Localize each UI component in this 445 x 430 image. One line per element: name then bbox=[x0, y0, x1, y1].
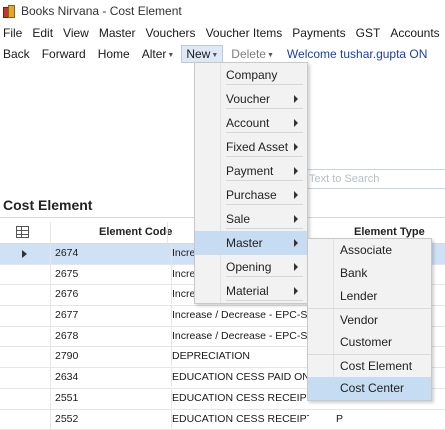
submenu-item-label: Vendor bbox=[340, 313, 378, 327]
submenu-item-label: Lender bbox=[340, 289, 377, 303]
cell-element-code[interactable]: 2552 bbox=[55, 410, 167, 429]
page-title: Cost Element bbox=[3, 197, 92, 213]
menu-item-account[interactable]: Account bbox=[195, 111, 307, 135]
cell-element-code[interactable]: 2551 bbox=[55, 389, 167, 408]
menu-accounts[interactable]: Accounts bbox=[386, 26, 445, 40]
cell-element-code[interactable]: 2634 bbox=[55, 368, 167, 387]
menu-voucher-items[interactable]: Voucher Items bbox=[202, 26, 289, 40]
menu-vouchers[interactable]: Vouchers bbox=[142, 26, 202, 40]
cell-element-name[interactable]: DEPRECIATION bbox=[171, 347, 309, 366]
cell-element-name[interactable]: Increase / Decrease - EPC-Salary bbox=[171, 327, 309, 346]
cell-element-code[interactable]: 2676 bbox=[55, 285, 167, 304]
menu-item-label: Company bbox=[226, 68, 277, 82]
chevron-right-icon bbox=[294, 239, 298, 247]
menu-edit[interactable]: Edit bbox=[28, 26, 59, 40]
submenu-item-bank[interactable]: Bank bbox=[308, 262, 431, 285]
menu-item-label: Sale bbox=[226, 212, 250, 226]
menu-item-label: Fixed Asset bbox=[226, 140, 288, 154]
forward-button[interactable]: Forward bbox=[37, 47, 93, 61]
menu-item-payment[interactable]: Payment bbox=[195, 159, 307, 183]
submenu-item-customer[interactable]: Customer bbox=[308, 331, 431, 354]
menu-item-voucher[interactable]: Voucher bbox=[195, 87, 307, 111]
menu-item-label: Opening bbox=[226, 260, 271, 274]
new-label: New bbox=[186, 47, 210, 61]
menu-file[interactable]: File bbox=[0, 26, 28, 40]
menu-item-opening[interactable]: Opening bbox=[195, 255, 307, 279]
new-dropdown-menu: Company Voucher Account Fixed Asset Payment P… bbox=[194, 62, 308, 304]
chevron-down-icon: ▼ bbox=[267, 52, 274, 59]
menu-item-label: Payment bbox=[226, 164, 273, 178]
grid-icon[interactable] bbox=[16, 226, 29, 238]
menu-item-label: Material bbox=[226, 284, 269, 298]
submenu-item-cost-center[interactable]: Cost Center bbox=[308, 377, 431, 400]
cell-element-code[interactable]: 2674 bbox=[55, 244, 167, 263]
search-box bbox=[306, 169, 445, 189]
menu-item-sale[interactable]: Sale bbox=[195, 207, 307, 231]
submenu-item-label: Cost Center bbox=[340, 381, 404, 395]
delete-button[interactable]: Delete▼ bbox=[226, 47, 281, 61]
chevron-right-icon bbox=[294, 167, 298, 175]
cell-element-code[interactable]: 2678 bbox=[55, 327, 167, 346]
submenu-item-label: Customer bbox=[340, 335, 392, 349]
cell-element-name[interactable]: EDUCATION CESS RECEIPT bbox=[171, 389, 309, 408]
new-button[interactable]: New▼ bbox=[181, 45, 223, 63]
row-indicator-icon bbox=[22, 250, 27, 258]
back-button[interactable]: Back bbox=[0, 47, 37, 61]
home-button[interactable]: Home bbox=[93, 47, 137, 61]
chevron-right-icon bbox=[294, 119, 298, 127]
chevron-down-icon: ▼ bbox=[211, 52, 218, 59]
cell-element-code[interactable]: 2790 bbox=[55, 347, 167, 366]
menu-bar: File Edit View Master Vouchers Voucher I… bbox=[0, 22, 445, 43]
submenu-item-cost-element[interactable]: Cost Element bbox=[308, 354, 431, 377]
alter-label: Alter bbox=[142, 47, 167, 61]
menu-item-company[interactable]: Company bbox=[195, 63, 307, 87]
submenu-item-label: Cost Element bbox=[340, 359, 412, 373]
menu-item-fixed-asset[interactable]: Fixed Asset bbox=[195, 135, 307, 159]
chevron-right-icon bbox=[294, 95, 298, 103]
submenu-item-associate[interactable]: Associate bbox=[308, 239, 431, 262]
submenu-item-lender[interactable]: Lender bbox=[308, 285, 431, 308]
menu-item-label: Master bbox=[226, 236, 263, 250]
cell-element-name[interactable]: EDUCATION CESS RECEIPTS O bbox=[171, 410, 309, 429]
menu-item-purchase[interactable]: Purchase bbox=[195, 183, 307, 207]
menu-item-material[interactable]: Material bbox=[195, 279, 307, 303]
menu-item-label: Voucher bbox=[226, 92, 270, 106]
cell-element-code[interactable]: 2677 bbox=[55, 306, 167, 325]
alter-button[interactable]: Alter▼ bbox=[137, 47, 182, 61]
menu-item-master[interactable]: Master bbox=[195, 231, 307, 255]
chevron-down-icon: ▼ bbox=[167, 52, 174, 59]
title-bar: Books Nirvana - Cost Element bbox=[0, 0, 445, 22]
table-row[interactable]: 2552EDUCATION CESS RECEIPTS O P bbox=[0, 410, 445, 430]
submenu-item-label: Associate bbox=[340, 243, 392, 257]
menu-item-label: Purchase bbox=[226, 188, 277, 202]
books-app-icon bbox=[3, 5, 15, 17]
cell-element-type[interactable]: P bbox=[336, 410, 436, 429]
header-element-code[interactable]: Element Code bbox=[99, 222, 172, 243]
chevron-right-icon bbox=[294, 215, 298, 223]
cell-element-code[interactable]: 2675 bbox=[55, 265, 167, 284]
chevron-right-icon bbox=[294, 191, 298, 199]
window-title: Books Nirvana - Cost Element bbox=[21, 4, 182, 18]
toolbar: Back Forward Home Alter▼ New▼ Delete▼ We… bbox=[0, 43, 445, 64]
cell-element-name[interactable]: EDUCATION CESS PAID ON bbox=[171, 368, 309, 387]
menu-view[interactable]: View bbox=[59, 26, 95, 40]
search-input[interactable] bbox=[307, 170, 441, 188]
submenu-item-label: Bank bbox=[340, 266, 367, 280]
menu-item-label: Account bbox=[226, 116, 269, 130]
chevron-right-icon bbox=[294, 143, 298, 151]
welcome-text: Welcome tushar.gupta ON bbox=[287, 47, 428, 61]
chevron-right-icon bbox=[294, 263, 298, 271]
menu-gst[interactable]: GST bbox=[352, 26, 387, 40]
cell-element-name[interactable]: Increase / Decrease - EPC-Salary bbox=[171, 306, 309, 325]
submenu-item-vendor[interactable]: Vendor bbox=[308, 308, 431, 331]
delete-label: Delete bbox=[231, 47, 266, 61]
menu-payments[interactable]: Payments bbox=[288, 26, 351, 40]
chevron-right-icon bbox=[294, 287, 298, 295]
master-submenu: Associate Bank Lender Vendor Customer Cost El… bbox=[307, 238, 432, 401]
menu-master[interactable]: Master bbox=[95, 26, 142, 40]
